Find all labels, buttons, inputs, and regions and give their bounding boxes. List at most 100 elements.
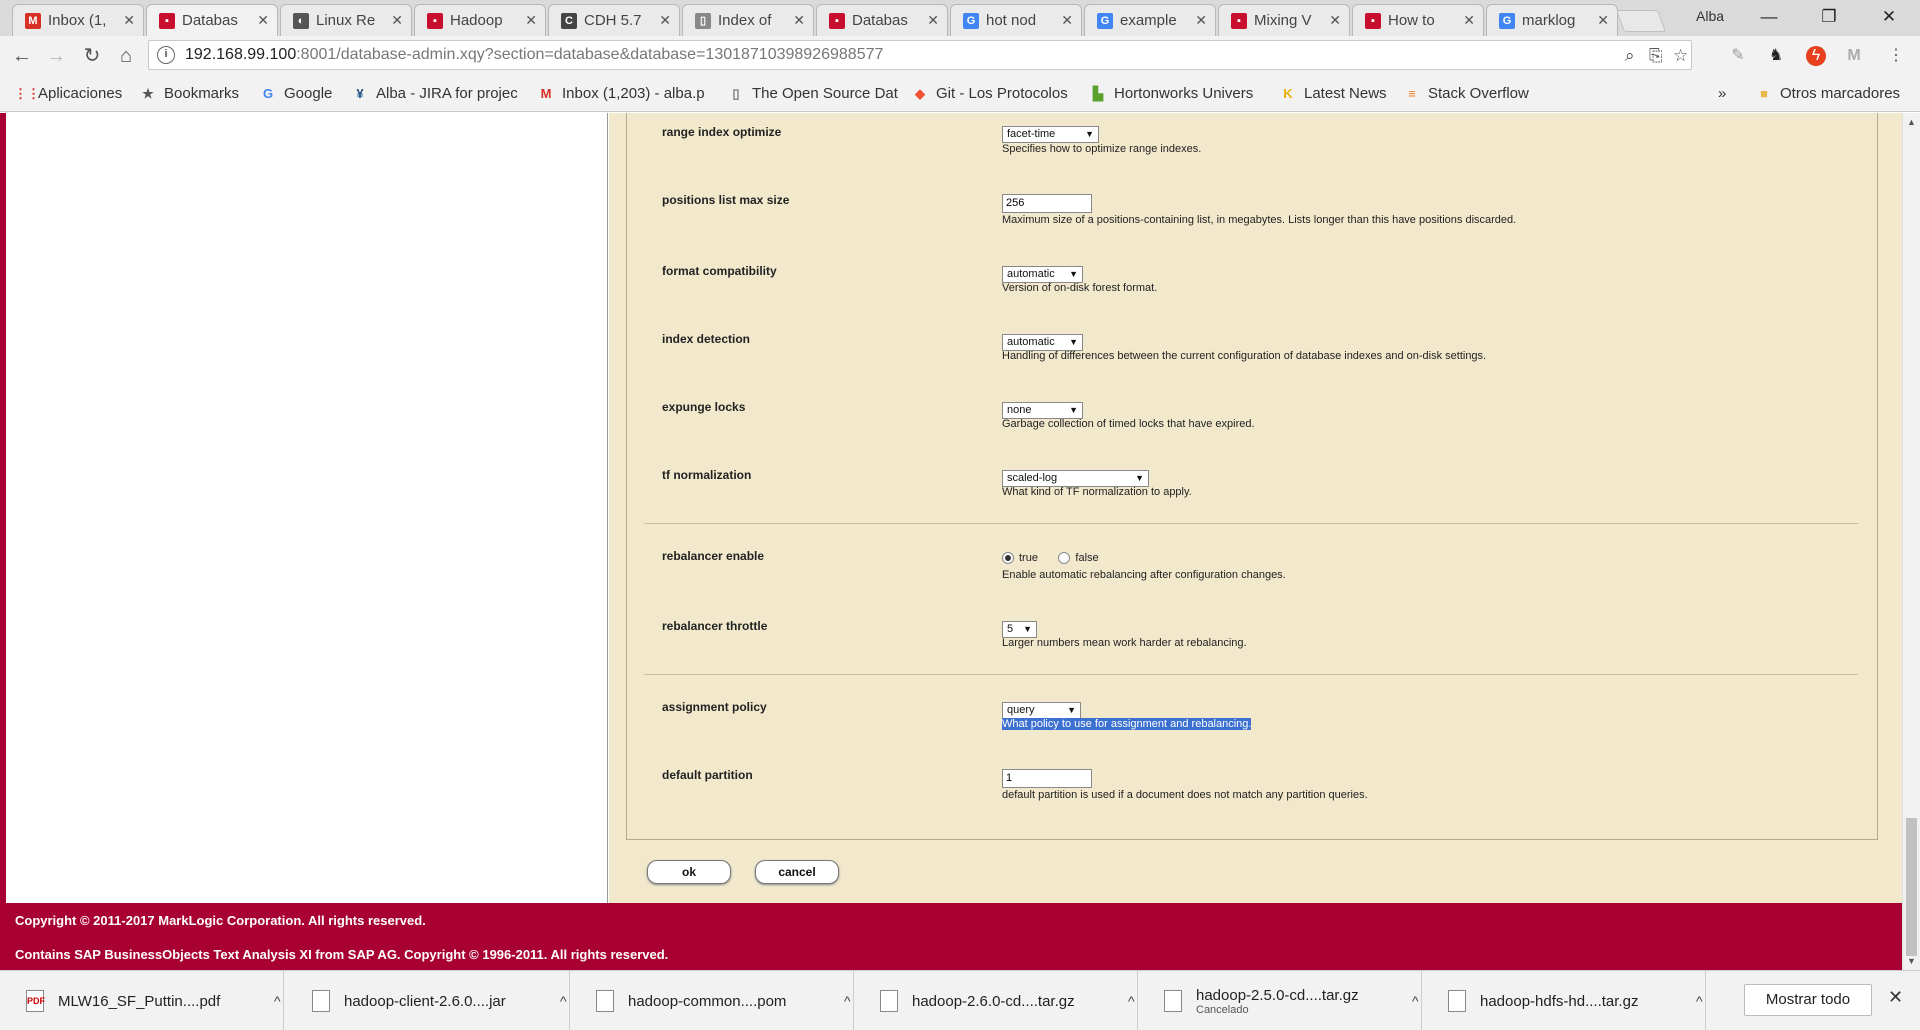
new-tab-button[interactable]: [1615, 10, 1667, 32]
tf-normalization-select[interactable]: scaled-log ▼: [1002, 470, 1149, 487]
browser-tab[interactable]: ◐ Linux Re ✕: [280, 4, 412, 36]
scroll-down-icon[interactable]: ▼: [1907, 956, 1916, 966]
bookmark-item[interactable]: ⋮⋮ Aplicaciones: [14, 85, 122, 102]
download-item[interactable]: hadoop-2.6.0-cd....tar.gz ^: [854, 971, 1138, 1030]
bookmark-label: Inbox (1,203) - alba.p: [562, 85, 705, 102]
hortonworks-icon: ▙: [1093, 85, 1103, 101]
menu-icon[interactable]: ⋮: [1886, 46, 1906, 66]
other-bookmarks-folder[interactable]: ■ Otros marcadores: [1756, 85, 1900, 102]
show-all-downloads-button[interactable]: Mostrar todo: [1744, 984, 1872, 1016]
download-options-icon[interactable]: ^: [1696, 993, 1703, 1009]
download-options-icon[interactable]: ^: [274, 993, 281, 1009]
range-index-optimize-label: range index optimize: [662, 125, 782, 139]
download-item[interactable]: hadoop-2.5.0-cd....tar.gz Cancelado ^: [1138, 971, 1422, 1030]
gmail-extension-icon[interactable]: M: [1844, 46, 1864, 66]
bookmark-star-icon[interactable]: ☆: [1673, 46, 1688, 66]
download-item[interactable]: hadoop-hdfs-hd....tar.gz ^: [1422, 971, 1706, 1030]
address-bar[interactable]: i 192.168.99.100:8001/database-admin.xqy…: [148, 40, 1692, 70]
url-text: 192.168.99.100:8001/database-admin.xqy?s…: [185, 46, 884, 63]
download-text: hadoop-client-2.6.0....jar: [344, 993, 534, 1010]
tab-close-icon[interactable]: ✕: [659, 12, 671, 29]
download-options-icon[interactable]: ^: [1412, 993, 1419, 1009]
home-icon[interactable]: ⌂: [114, 44, 138, 68]
scroll-thumb[interactable]: [1906, 818, 1917, 956]
tab-close-icon[interactable]: ✕: [1597, 12, 1609, 29]
browser-tab[interactable]: Gexample ✕: [1084, 4, 1216, 36]
zoom-icon[interactable]: ⌕: [1625, 46, 1635, 66]
pdf-file-icon: PDF: [26, 990, 45, 1012]
expunge-locks-select[interactable]: none ▼: [1002, 402, 1083, 419]
scroll-up-icon[interactable]: ▲: [1907, 117, 1916, 127]
download-item[interactable]: hadoop-common....pom ^: [570, 971, 854, 1030]
tab-close-icon[interactable]: ✕: [525, 12, 537, 29]
index-detection-select[interactable]: automatic ▼: [1002, 334, 1083, 351]
expunge-locks-label: expunge locks: [662, 400, 746, 414]
rebalancer-throttle-select[interactable]: 5 ▼: [1002, 621, 1037, 638]
gmail-icon: M: [540, 85, 552, 101]
rebalancer-enable-help: Enable automatic rebalancing after confi…: [1002, 569, 1286, 581]
tab-close-icon[interactable]: ✕: [1195, 12, 1207, 29]
linux-icon: ◐: [293, 12, 309, 29]
flash-extension-icon[interactable]: ϟ: [1806, 46, 1826, 66]
browser-tab[interactable]: Gmarklog ✕: [1486, 4, 1618, 36]
evernote-icon[interactable]: ♞: [1766, 46, 1786, 66]
bookmark-item[interactable]: ▯ The Open Source Dat: [728, 85, 898, 102]
browser-tab[interactable]: Ghot nod ✕: [950, 4, 1082, 36]
forward-icon[interactable]: →: [44, 44, 68, 68]
download-options-icon[interactable]: ^: [1128, 993, 1135, 1009]
bookmark-item[interactable]: M Inbox (1,203) - alba.p: [538, 85, 705, 102]
download-options-icon[interactable]: ^: [560, 993, 567, 1009]
format-compatibility-select[interactable]: automatic ▼: [1002, 266, 1083, 283]
browser-tab[interactable]: ▪ Databas ✕: [816, 4, 948, 36]
bookmark-item[interactable]: ¥ Alba - JIRA for projec: [352, 85, 517, 102]
bookmarks-overflow-button[interactable]: »: [1718, 85, 1726, 102]
info-icon[interactable]: i: [157, 46, 175, 64]
close-download-bar-icon[interactable]: ✕: [1888, 987, 1903, 1008]
browser-tab[interactable]: ▪ Mixing V ✕: [1218, 4, 1350, 36]
tab-close-icon[interactable]: ✕: [1463, 12, 1475, 29]
bookmark-item[interactable]: G Google: [260, 85, 332, 102]
tab-close-icon[interactable]: ✕: [1329, 12, 1341, 29]
bookmark-item[interactable]: ▙ Hortonworks Univers: [1090, 85, 1253, 102]
profile-name[interactable]: Alba: [1696, 8, 1724, 24]
download-item[interactable]: PDF MLW16_SF_Puttin....pdf ^: [0, 971, 284, 1030]
cancel-button[interactable]: cancel: [755, 860, 839, 884]
extension-icon[interactable]: ✎: [1728, 46, 1748, 66]
tab-close-icon[interactable]: ✕: [1061, 12, 1073, 29]
restore-icon[interactable]: ❐: [1806, 4, 1852, 30]
section-divider: [644, 523, 1858, 524]
default-partition-input[interactable]: [1002, 768, 1092, 788]
expunge-locks-help: Garbage collection of timed locks that h…: [1002, 418, 1255, 430]
translate-icon[interactable]: ⎘: [1649, 46, 1663, 66]
browser-tab[interactable]: M Inbox (1, ✕: [12, 4, 144, 36]
download-bar: PDF MLW16_SF_Puttin....pdf ^ hadoop-client-…: [0, 970, 1920, 1030]
browser-tab[interactable]: ▪ Hadoop ✕: [414, 4, 546, 36]
range-index-optimize-select[interactable]: facet-time ▼: [1002, 126, 1099, 143]
tab-close-icon[interactable]: ✕: [257, 12, 269, 29]
bookmark-label: The Open Source Dat: [752, 85, 898, 102]
browser-tab[interactable]: C CDH 5.7 ✕: [548, 4, 680, 36]
tab-close-icon[interactable]: ✕: [793, 12, 805, 29]
reload-icon[interactable]: ↻: [80, 44, 104, 68]
page-scrollbar[interactable]: ▲ ▼: [1902, 113, 1920, 970]
bookmark-item[interactable]: ◆ Git - Los Protocolos: [912, 85, 1068, 102]
rebalancer-enable-true-radio[interactable]: true: [1002, 552, 1038, 564]
bookmark-item[interactable]: ≡ Stack Overflow: [1404, 85, 1529, 102]
browser-tab[interactable]: ▯ Index of ✕: [682, 4, 814, 36]
back-icon[interactable]: ←: [10, 44, 34, 68]
rebalancer-enable-false-radio[interactable]: false: [1058, 552, 1099, 564]
bookmark-item[interactable]: K Latest News: [1280, 85, 1386, 102]
download-options-icon[interactable]: ^: [844, 993, 851, 1009]
ok-button[interactable]: ok: [647, 860, 731, 884]
tab-close-icon[interactable]: ✕: [123, 12, 135, 29]
browser-tab[interactable]: ▪ How to ✕: [1352, 4, 1484, 36]
tab-close-icon[interactable]: ✕: [391, 12, 403, 29]
browser-tab[interactable]: ▪ Databas ✕: [146, 4, 278, 36]
assignment-policy-select[interactable]: query ▼: [1002, 702, 1081, 719]
minimize-icon[interactable]: —: [1746, 4, 1792, 30]
tab-close-icon[interactable]: ✕: [927, 12, 939, 29]
bookmark-item[interactable]: ★ Bookmarks: [140, 85, 239, 102]
positions-list-max-size-input[interactable]: [1002, 193, 1092, 213]
close-window-icon[interactable]: ✕: [1866, 4, 1912, 30]
download-item[interactable]: hadoop-client-2.6.0....jar ^: [286, 971, 570, 1030]
